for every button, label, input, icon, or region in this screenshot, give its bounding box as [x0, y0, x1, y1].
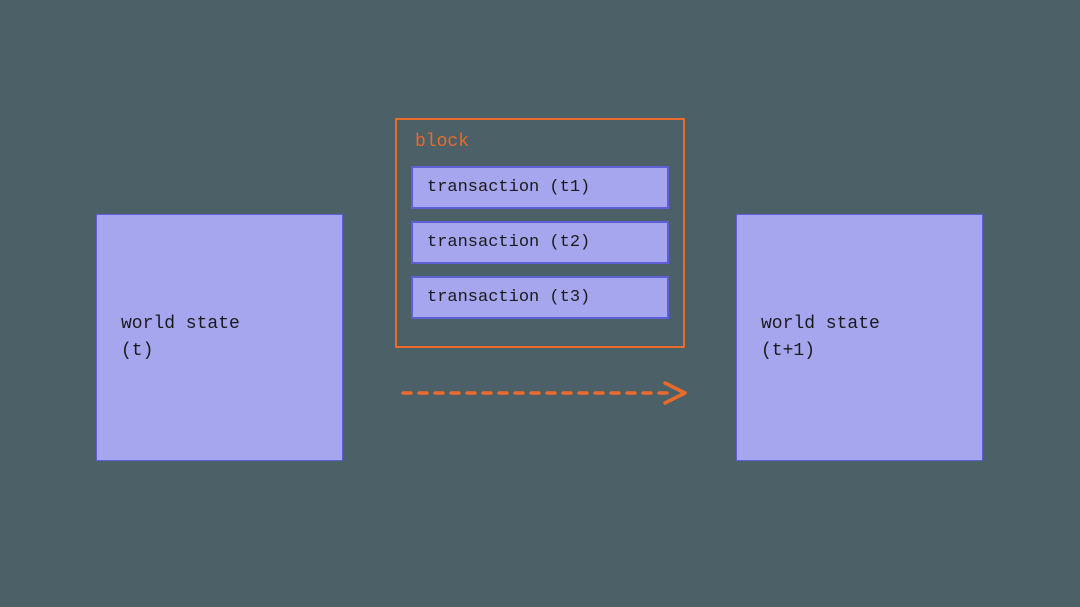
world-state-after-label-line1: world state [761, 311, 958, 337]
world-state-after-label-line2: (t+1) [761, 338, 958, 364]
world-state-before-label-line2: (t) [121, 338, 318, 364]
block-title: block [411, 132, 669, 154]
transaction-item: transaction (t2) [411, 221, 669, 264]
arrow-icon [401, 381, 691, 405]
transaction-item: transaction (t3) [411, 276, 669, 319]
transaction-item: transaction (t1) [411, 166, 669, 209]
block-container: block transaction (t1) transaction (t2) … [395, 118, 685, 348]
diagram-canvas: world state (t) block transaction (t1) t… [0, 0, 1080, 607]
world-state-after-box: world state (t+1) [736, 214, 983, 461]
world-state-before-box: world state (t) [96, 214, 343, 461]
world-state-before-label-line1: world state [121, 311, 318, 337]
